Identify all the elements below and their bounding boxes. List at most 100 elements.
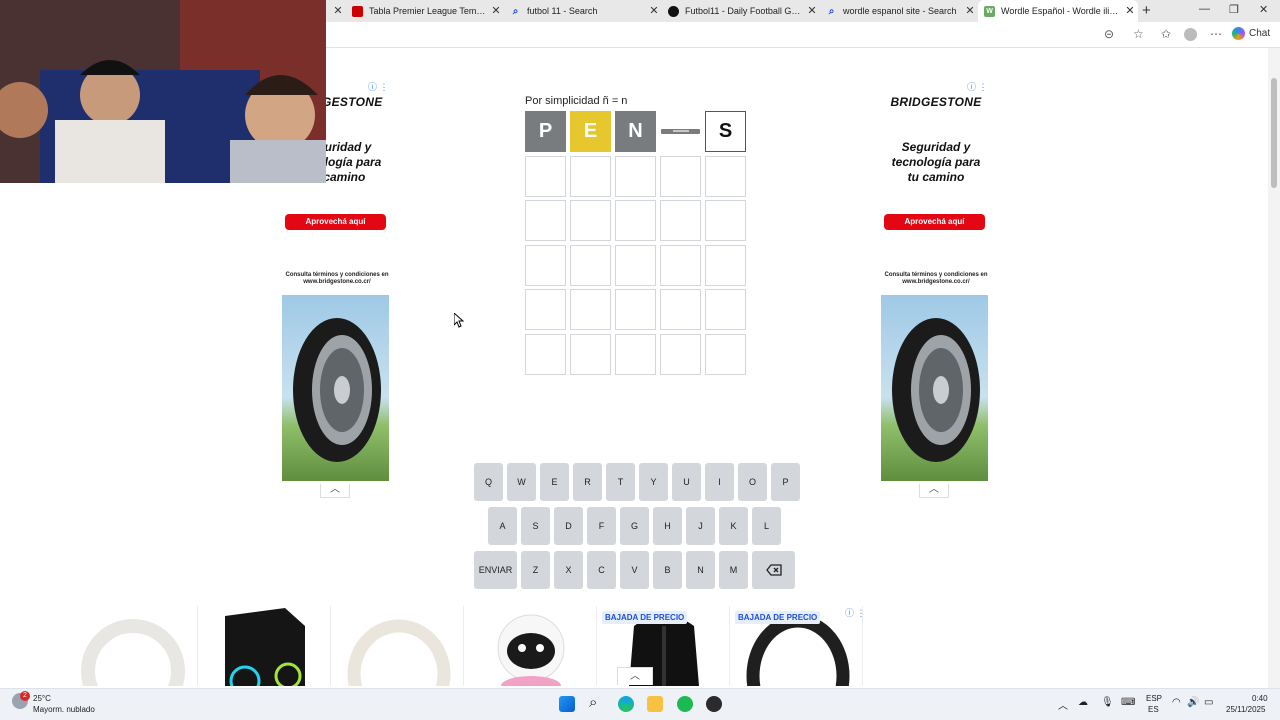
copilot-chat-button[interactable]: Chat xyxy=(1232,27,1270,40)
tab-futbol-search[interactable]: ⌕ futbol 11 - Search ✕ xyxy=(504,0,662,22)
board-tile xyxy=(570,333,611,375)
chevron-up-icon[interactable]: ︿ xyxy=(919,484,949,498)
app-icon[interactable] xyxy=(706,696,722,712)
key-b[interactable]: B xyxy=(653,551,682,589)
close-icon[interactable]: ✕ xyxy=(964,5,976,17)
spotify-icon[interactable] xyxy=(677,696,693,712)
tab-premier-league[interactable]: Tabla Premier League Temporada ✕ xyxy=(346,0,504,22)
clock-time[interactable]: 0:40 xyxy=(1252,694,1268,703)
volume-icon[interactable]: 🔊 xyxy=(1187,697,1199,708)
key-f[interactable]: F xyxy=(587,507,616,545)
key-p[interactable]: P xyxy=(771,463,800,501)
close-icon[interactable]: ✕ xyxy=(806,5,818,17)
product-headphones-black[interactable]: BAJADA DE PRECIO xyxy=(732,606,863,686)
file-explorer-icon[interactable] xyxy=(647,696,663,712)
key-h[interactable]: H xyxy=(653,507,682,545)
tire-image[interactable] xyxy=(282,295,389,481)
search-icon: ⌕ xyxy=(828,5,835,17)
board-tile xyxy=(705,155,746,197)
keyboard-icon[interactable]: ⌨ xyxy=(1121,697,1135,708)
board-tile xyxy=(705,289,746,330)
board-tile xyxy=(660,200,701,241)
favorites-icon[interactable]: ✩ xyxy=(1161,27,1171,41)
chevron-up-icon[interactable]: ︿ xyxy=(1058,697,1068,712)
tab-futbol11[interactable]: Futbol11 - Daily Football Games ✕ xyxy=(662,0,820,22)
key-x[interactable]: X xyxy=(554,551,583,589)
key-g[interactable]: G xyxy=(620,507,649,545)
key-v[interactable]: V xyxy=(620,551,649,589)
product-headphones-beige[interactable] xyxy=(333,606,464,686)
key-c[interactable]: C xyxy=(587,551,616,589)
favorite-star-icon[interactable]: ☆ xyxy=(1133,27,1144,41)
more-icon[interactable]: ⋯ xyxy=(1210,27,1222,41)
backspace-button[interactable] xyxy=(752,551,795,589)
key-n[interactable]: N xyxy=(686,551,715,589)
product-pc-case[interactable] xyxy=(200,606,331,686)
close-icon[interactable]: ✕ xyxy=(1124,5,1136,17)
chevron-up-icon[interactable]: ︿ xyxy=(617,667,653,685)
edge-icon[interactable] xyxy=(618,696,634,712)
key-s[interactable]: S xyxy=(521,507,550,545)
ad-cta-button[interactable]: Aprovechá aquí xyxy=(884,214,985,230)
restore-icon[interactable]: ❐ xyxy=(1229,3,1239,16)
key-q[interactable]: Q xyxy=(474,463,503,501)
weather-temp[interactable]: 25°C xyxy=(33,694,51,703)
key-t[interactable]: T xyxy=(606,463,635,501)
reader-icon[interactable]: ⊝ xyxy=(1104,27,1114,41)
price-drop-badge: BAJADA DE PRECIO xyxy=(602,611,688,624)
battery-icon[interactable]: ▭ xyxy=(1204,697,1213,708)
windows-start-icon[interactable] xyxy=(559,696,575,712)
mouse-cursor-icon xyxy=(454,313,464,328)
board-tile xyxy=(705,333,746,375)
microphone-icon[interactable]: 🎙 xyxy=(1101,697,1114,708)
key-l[interactable]: L xyxy=(752,507,781,545)
scrollbar-thumb[interactable] xyxy=(1271,78,1277,188)
tab-wordle-search[interactable]: ⌕ wordle espanol site - Search ✕ xyxy=(820,0,978,22)
product-robot[interactable] xyxy=(466,606,597,686)
key-o[interactable]: O xyxy=(738,463,767,501)
wifi-icon[interactable]: ◠ xyxy=(1172,697,1181,708)
close-icon[interactable]: ✕ xyxy=(490,5,502,17)
futbol11-favicon xyxy=(668,5,679,17)
key-u[interactable]: U xyxy=(672,463,701,501)
tab-wordle-espanol[interactable]: W Wordle Español - Wordle ilimitado ✕ xyxy=(978,0,1138,22)
enviar-button[interactable]: ENVIAR xyxy=(474,551,517,589)
board-tile: S xyxy=(705,111,746,152)
clock-date[interactable]: 25/11/2025 xyxy=(1226,705,1265,714)
board-tile xyxy=(525,244,566,286)
key-m[interactable]: M xyxy=(719,551,748,589)
language-code[interactable]: ESP xyxy=(1146,694,1162,703)
ad-info-icon[interactable]: ⓘ ⋮ xyxy=(845,606,866,619)
key-y[interactable]: Y xyxy=(639,463,668,501)
language-region[interactable]: ES xyxy=(1148,705,1159,714)
key-k[interactable]: K xyxy=(719,507,748,545)
cloud-icon[interactable]: ☁ xyxy=(1078,697,1088,708)
product-headphones-white[interactable] xyxy=(67,606,198,686)
profile-avatar[interactable] xyxy=(1184,28,1197,41)
key-j[interactable]: J xyxy=(686,507,715,545)
close-window-icon[interactable]: ✕ xyxy=(1259,3,1268,16)
weather-desc[interactable]: Mayorm. nublado xyxy=(33,705,95,714)
ad-cta-button[interactable]: Aprovechá aquí xyxy=(285,214,386,230)
tire-image[interactable] xyxy=(881,295,988,481)
ad-info-icon[interactable]: ⓘ ⋮ xyxy=(368,80,389,93)
key-z[interactable]: Z xyxy=(521,551,550,589)
key-e[interactable]: E xyxy=(540,463,569,501)
key-a[interactable]: A xyxy=(488,507,517,545)
page-scrollbar[interactable] xyxy=(1268,48,1280,688)
minimize-icon[interactable]: — xyxy=(1199,3,1210,15)
ad-info-icon[interactable]: ⓘ ⋮ xyxy=(967,80,988,93)
key-i[interactable]: I xyxy=(705,463,734,501)
search-icon: ⌕ xyxy=(512,5,519,17)
board-tile xyxy=(525,155,566,197)
chevron-up-icon[interactable]: ︿ xyxy=(320,484,350,498)
key-d[interactable]: D xyxy=(554,507,583,545)
new-tab-button[interactable]: + xyxy=(1142,2,1151,19)
board-tile xyxy=(525,289,566,330)
key-w[interactable]: W xyxy=(507,463,536,501)
search-icon[interactable]: ⌕ xyxy=(589,694,597,711)
key-r[interactable]: R xyxy=(573,463,602,501)
taskbar xyxy=(0,688,1280,720)
tab-close-partial[interactable]: ✕ xyxy=(326,0,344,22)
close-icon[interactable]: ✕ xyxy=(648,5,660,17)
